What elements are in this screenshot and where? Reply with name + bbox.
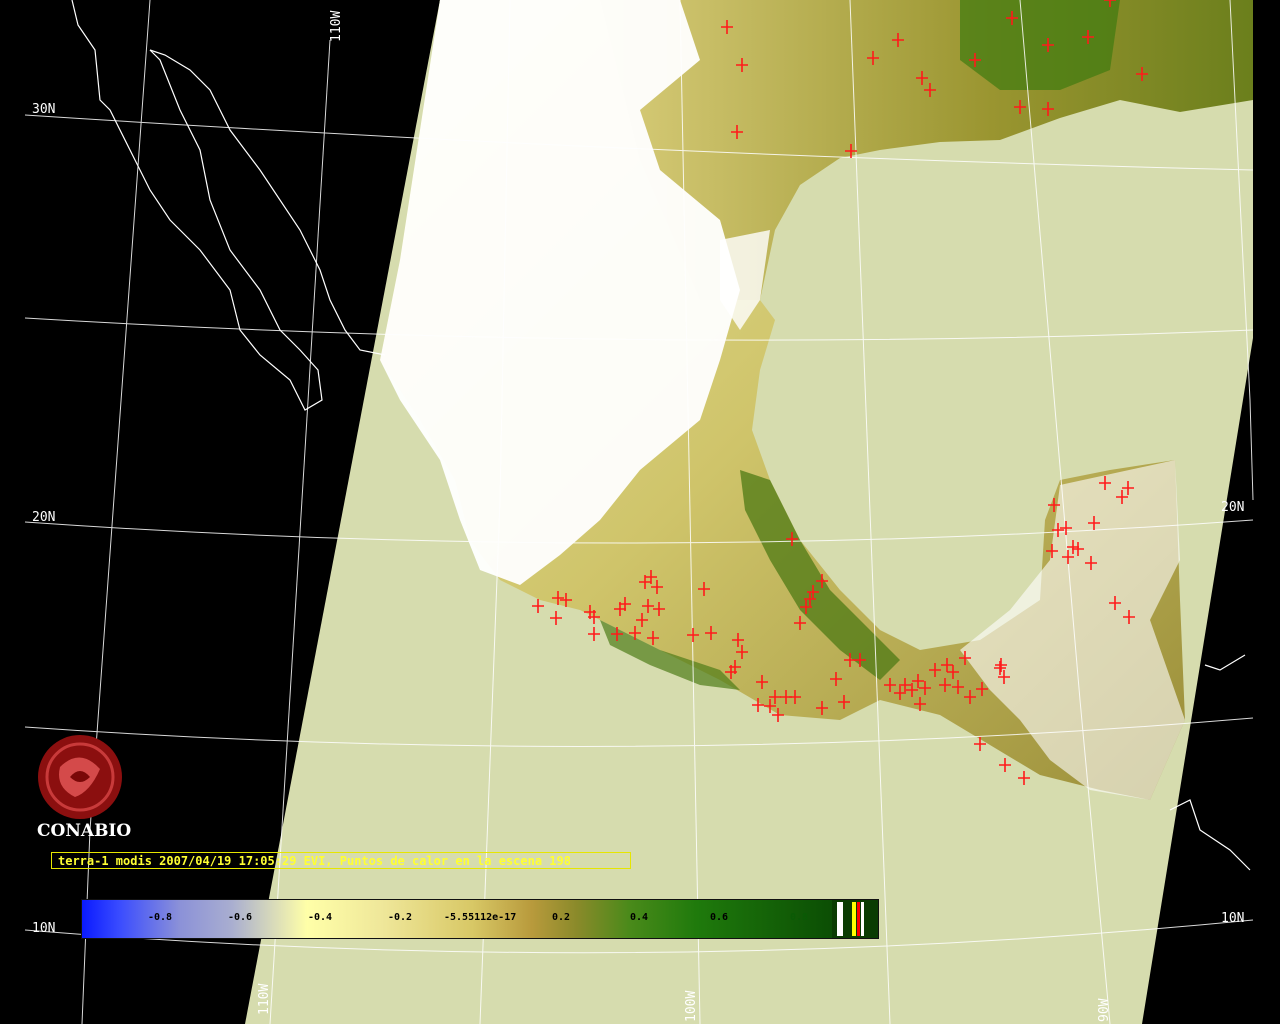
colorbar-tick: -0.8 xyxy=(148,912,173,923)
colorbar-stripe-yellow xyxy=(852,902,856,936)
satellite-map: 30N 20N 10N 20N 10N 110W 110W 100W 90W xyxy=(24,0,1254,1024)
colorbar: -0.8 -0.6 -0.4 -0.2 -5.55112e-17 0.2 0.4… xyxy=(81,899,879,939)
colorbar-tick: 0.6 xyxy=(710,912,729,923)
lat-label-30n: 30N xyxy=(32,102,55,117)
lat-label-20n-west: 20N xyxy=(32,510,55,525)
colorbar-stripe-white-2 xyxy=(861,902,864,936)
coastline-mainland-west xyxy=(149,49,386,356)
lon-label-110w-top: 110W xyxy=(329,11,344,42)
colorbar-stripe-white xyxy=(837,902,843,936)
coastline-baja xyxy=(71,0,323,411)
colorbar-tick: 0.4 xyxy=(630,912,649,923)
lon-label-90w: 90W xyxy=(1097,998,1112,1022)
colorbar-stripe-red xyxy=(857,902,860,936)
colorbar-tick: 0.8 xyxy=(790,912,809,923)
lon-label-100w: 100W xyxy=(684,991,699,1022)
colorbar-tick: -0.6 xyxy=(228,912,253,923)
conabio-logo-icon xyxy=(38,735,122,819)
logo-text: CONABIO xyxy=(37,821,132,841)
colorbar-tick: 0.2 xyxy=(552,912,571,923)
lat-label-10n-east: 10N xyxy=(1221,911,1244,926)
lat-label-10n-west: 10N xyxy=(32,921,55,936)
lon-label-110w-bottom: 110W xyxy=(257,984,272,1015)
lat-label-20n-east: 20N xyxy=(1221,500,1244,515)
colorbar-tick: -0.2 xyxy=(388,912,413,923)
scene-caption: terra-1 modis 2007/04/19 17:05:29 EVI, P… xyxy=(51,852,631,869)
colorbar-tick: -0.4 xyxy=(308,912,333,923)
colorbar-tick: -5.55112e-17 xyxy=(444,912,517,923)
